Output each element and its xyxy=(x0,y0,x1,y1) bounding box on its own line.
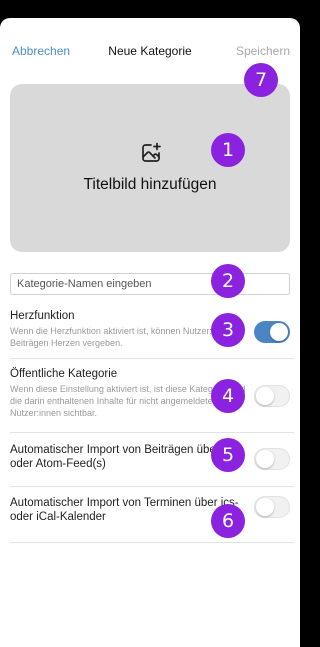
setting-row-ical-import: Automatischer Import von Terminen über i… xyxy=(10,493,294,543)
annotation-badge-3: 3 xyxy=(211,313,245,347)
setting-title: Öffentliche Kategorie xyxy=(10,368,118,380)
annotation-badge-1: 1 xyxy=(211,133,245,167)
ical-import-toggle[interactable] xyxy=(254,496,290,518)
save-button[interactable]: Speichern xyxy=(236,44,290,58)
setting-title: Herzfunktion xyxy=(10,310,75,322)
annotation-badge-7: 7 xyxy=(244,63,278,97)
setting-row-rss-import: Automatischer Import von Beiträgen über … xyxy=(10,439,294,487)
toggle-knob xyxy=(256,450,274,468)
add-image-icon xyxy=(142,142,161,162)
setting-row-public: Öffentliche Kategorie Wenn diese Einstel… xyxy=(10,365,294,433)
category-name-input[interactable] xyxy=(10,273,290,295)
heart-function-toggle[interactable] xyxy=(254,321,290,343)
annotation-badge-4: 4 xyxy=(211,379,245,413)
annotation-badge-5: 5 xyxy=(211,438,245,472)
add-cover-image-label: Titelbild hinzufügen xyxy=(83,176,217,193)
public-category-toggle[interactable] xyxy=(254,385,290,407)
top-bar: Abbrechen Neue Kategorie Speichern xyxy=(0,18,300,58)
annotation-badge-2: 2 xyxy=(211,264,245,298)
add-cover-image-button[interactable]: Titelbild hinzufügen xyxy=(10,84,290,252)
toggle-knob xyxy=(256,387,274,405)
new-category-sheet: Abbrechen Neue Kategorie Speichern Titel… xyxy=(0,18,300,647)
toggle-knob xyxy=(270,323,288,341)
setting-row-heart: Herzfunktion Wenn die Herzfunktion aktiv… xyxy=(10,309,294,359)
toggle-knob xyxy=(256,498,274,516)
annotation-badge-6: 6 xyxy=(211,504,245,538)
rss-import-toggle[interactable] xyxy=(254,448,290,470)
